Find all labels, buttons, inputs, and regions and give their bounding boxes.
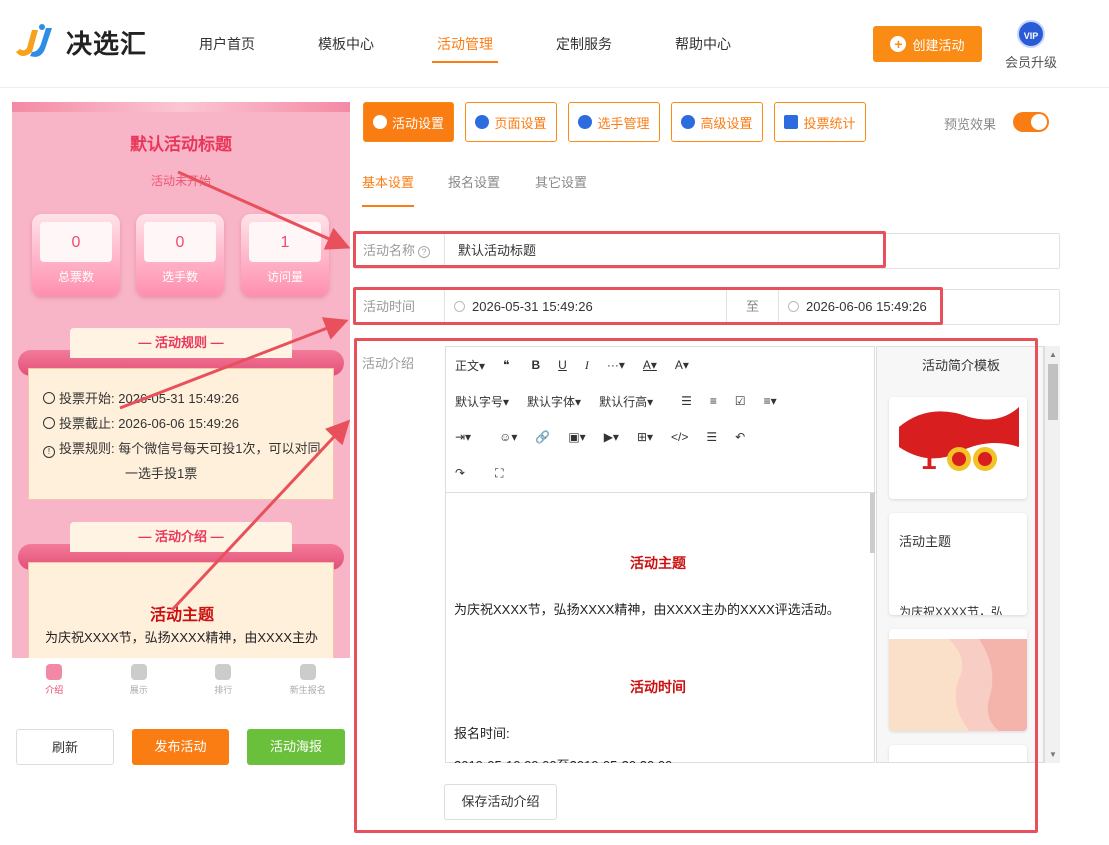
preview-tabbar: 介绍 展示 排行 新生报名: [12, 658, 350, 706]
vip-label: 会员升级: [1004, 55, 1057, 70]
heart-icon: [215, 664, 232, 680]
stat-label: 访问量: [266, 270, 303, 284]
tab-contestant-manage[interactable]: 选手管理: [568, 102, 660, 142]
preview-label: 预览效果: [944, 117, 997, 132]
preview-banner: [12, 102, 350, 112]
tabbar-showcase[interactable]: 展示: [97, 658, 182, 706]
stat-visits: 1 访问量: [241, 214, 329, 296]
rule-policy-cont: 一选手投1票: [125, 466, 198, 481]
create-activity-label: 创建活动: [912, 37, 965, 53]
sliders-icon: [681, 115, 696, 129]
logo[interactable]: 决选汇: [12, 22, 147, 62]
tabbar-signup[interactable]: 新生报名: [266, 658, 351, 706]
intro-heading: — 活动介绍 —: [70, 522, 292, 552]
annotation-box-intro: [354, 338, 1038, 833]
annotation-box-name: [353, 231, 886, 268]
vip-badge-icon: VIP: [1017, 20, 1045, 48]
stat-value: 0: [175, 234, 185, 251]
stat-label: 选手数: [161, 270, 198, 284]
top-bar: 决选汇 用户首页 模板中心 活动管理 定制服务 帮助中心 + 创建活动 VIP …: [0, 0, 1109, 88]
scroll-down-icon[interactable]: ▼: [1049, 750, 1057, 759]
nav-activity-manage[interactable]: 活动管理: [432, 0, 498, 88]
scroll-thumb[interactable]: [1048, 364, 1058, 420]
stat-value: 0: [71, 234, 81, 251]
plus-icon: +: [890, 36, 907, 52]
vip-upgrade[interactable]: VIP 会员升级: [1003, 20, 1059, 71]
rule-start: 投票开始: 2026-05-31 15:49:26: [29, 386, 333, 411]
preview-title: 默认活动标题: [130, 135, 232, 154]
main-nav: 用户首页 模板中心 活动管理 定制服务 帮助中心: [199, 0, 794, 88]
clock-icon: [43, 392, 55, 404]
nav-custom-service[interactable]: 定制服务: [556, 0, 612, 88]
stat-value: 1: [280, 234, 290, 251]
mobile-preview: 默认活动标题 活动未开始 0 总票数 0 选手数 1 访问量 投票开始: 202…: [12, 102, 350, 658]
tabbar-ranking[interactable]: 排行: [181, 658, 266, 706]
annotation-box-time: [353, 287, 943, 325]
tag-icon: [299, 664, 316, 680]
rule-policy: ! 投票规则: 每个微信号每天可投1次，可以对同: [29, 436, 333, 461]
template-scrollbar[interactable]: ▲ ▼: [1044, 346, 1060, 763]
clock-icon: [43, 417, 55, 429]
subtab-indicator: [362, 205, 414, 207]
stat-label: 总票数: [57, 270, 94, 284]
scroll-up-icon[interactable]: ▲: [1049, 350, 1057, 359]
brand-name: 决选汇: [66, 28, 148, 59]
intro-icon: [46, 664, 63, 680]
info-icon: !: [43, 446, 55, 458]
nav-help[interactable]: 帮助中心: [675, 0, 731, 88]
gear-icon: [475, 115, 490, 129]
tab-advanced-settings[interactable]: 高级设置: [671, 102, 763, 142]
tab-activity-settings[interactable]: 活动设置: [363, 102, 454, 142]
preview-status: 活动未开始: [150, 174, 211, 188]
preview-intro-title: 活动主题: [149, 607, 214, 624]
rules-box: 投票开始: 2026-05-31 15:49:26 投票截止: 2026-06-…: [28, 368, 334, 500]
subtab-signup[interactable]: 报名设置: [448, 172, 500, 191]
nav-home[interactable]: 用户首页: [199, 0, 255, 88]
poster-button[interactable]: 活动海报: [247, 729, 345, 765]
subtab-other[interactable]: 其它设置: [535, 172, 587, 191]
users-icon: [578, 115, 593, 129]
intro-box: 活动主题 为庆祝XXXX节，弘扬XXXX精神，由XXXX主办: [28, 562, 334, 658]
rules-heading: — 活动规则 —: [70, 328, 292, 358]
publish-button[interactable]: 发布活动: [132, 729, 229, 765]
tabbar-intro[interactable]: 介绍: [12, 658, 97, 706]
preview-toggle[interactable]: [1013, 112, 1049, 132]
preview-intro-text: 为庆祝XXXX节，弘扬XXXX精神，由XXXX主办: [45, 630, 319, 645]
tab-page-settings[interactable]: 页面设置: [465, 102, 557, 142]
stat-total-votes: 0 总票数: [32, 214, 120, 296]
stat-contestants: 0 选手数: [136, 214, 224, 296]
subtab-basic[interactable]: 基本设置: [362, 172, 414, 191]
rule-end: 投票截止: 2026-06-06 15:49:26: [29, 411, 333, 436]
showcase-icon: [130, 664, 147, 680]
nav-templates[interactable]: 模板中心: [318, 0, 374, 88]
bar-chart-icon: [784, 115, 799, 129]
logo-icon: [12, 22, 60, 62]
tab-vote-stats[interactable]: 投票统计: [774, 102, 866, 142]
star-icon: [372, 115, 387, 129]
refresh-button[interactable]: 刷新: [16, 729, 114, 765]
create-activity-button[interactable]: + 创建活动: [873, 26, 982, 62]
